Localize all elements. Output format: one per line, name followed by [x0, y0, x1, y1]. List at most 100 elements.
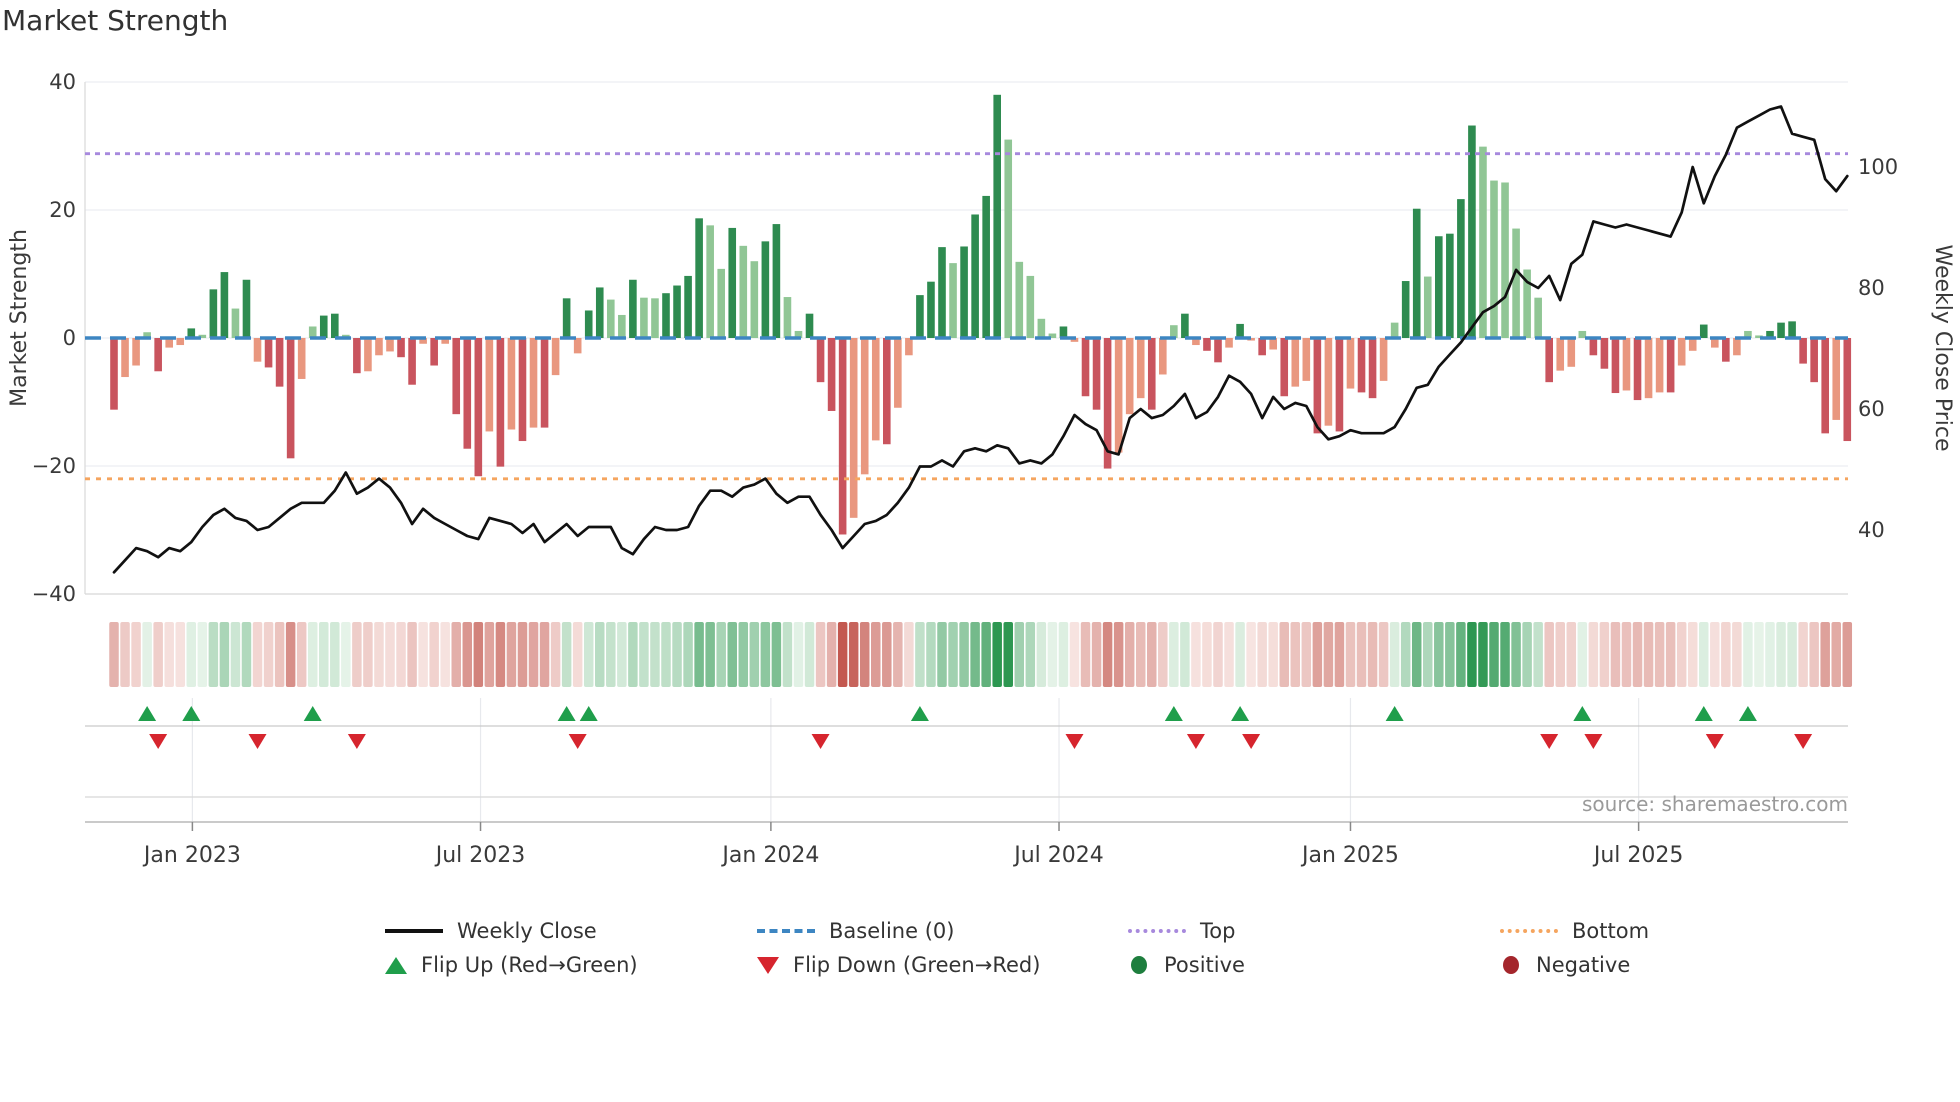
strength-bar: [518, 338, 527, 442]
heatmap-cell: [1312, 622, 1323, 687]
strength-bar: [1059, 326, 1068, 338]
strength-bar: [1026, 275, 1035, 338]
strength-bar: [132, 338, 140, 366]
heatmap-cell: [1378, 622, 1389, 687]
heatmap-cell: [1257, 622, 1267, 687]
flip-down-marker: [347, 734, 366, 749]
heatmap-cell: [429, 622, 439, 687]
heatmap-cell: [1842, 622, 1853, 687]
x-tick-label: Jul 2025: [1592, 843, 1684, 868]
strength-bar: [1534, 297, 1542, 338]
negative-circle-icon: [1503, 956, 1519, 974]
heatmap-cell: [506, 622, 517, 687]
legend-item-flip-down: Flip Down (Green→Red): [757, 950, 1040, 980]
strength-bar: [1788, 321, 1796, 338]
heatmap-cell: [1091, 622, 1102, 687]
heatmap-cell: [705, 622, 715, 687]
strength-bar: [1722, 338, 1730, 362]
strength-bar: [242, 279, 251, 338]
x-tick-label: Jan 2025: [1300, 843, 1399, 868]
strength-bar: [430, 338, 438, 366]
strength-bar: [629, 279, 637, 338]
heatmap-cell: [1555, 622, 1565, 687]
heatmap-cell: [385, 622, 395, 687]
x-tick-label: Jul 2023: [434, 843, 526, 868]
strength-bar: [1291, 338, 1300, 387]
strength-bar: [1412, 208, 1421, 338]
x-tick-label: Jan 2023: [142, 843, 241, 868]
strength-bar: [1125, 338, 1134, 415]
strength-bar: [1490, 180, 1498, 338]
heatmap-cell: [1699, 622, 1709, 687]
strength-bar: [1214, 338, 1222, 363]
heatmap-cell: [1467, 622, 1477, 687]
strength-bar: [728, 227, 737, 338]
heatmap-cell: [1765, 622, 1775, 687]
strength-bar: [353, 338, 361, 374]
legend-item-baseline: Baseline (0): [757, 916, 954, 946]
flip-down-marker: [811, 734, 830, 749]
strength-bar: [1589, 338, 1598, 356]
heatmap-cell: [528, 622, 539, 687]
strength-bar: [474, 338, 483, 477]
heatmap-cell: [1058, 622, 1069, 687]
strength-bar: [1512, 228, 1520, 338]
right-tick-label: 80: [1858, 276, 1885, 300]
heatmap-cell: [1610, 622, 1621, 687]
flip-up-marker: [138, 706, 157, 721]
heatmap-cell: [1621, 622, 1632, 687]
heatmap-cell: [904, 622, 914, 687]
strength-bar: [397, 338, 405, 358]
flip-up-marker: [579, 706, 598, 721]
heatmap-cell: [252, 622, 263, 687]
heatmap-cell: [1577, 622, 1588, 687]
strength-bar: [1600, 338, 1609, 369]
heatmap-cell: [517, 622, 528, 687]
strength-bar: [463, 338, 472, 449]
heatmap-cell: [672, 622, 682, 687]
flip-down-marker: [1065, 734, 1084, 749]
strength-bar: [275, 338, 284, 387]
heatmap-cell: [1654, 622, 1665, 687]
legend-label: Top: [1200, 919, 1236, 943]
heatmap-cell: [186, 622, 197, 687]
legend-label: Positive: [1164, 953, 1245, 977]
heatmap-cell: [804, 622, 815, 687]
heatmap-cell: [1014, 622, 1025, 687]
strength-bar: [286, 338, 295, 459]
strength-bar: [1435, 236, 1443, 338]
heatmap-cell: [1036, 622, 1047, 687]
strength-bar: [838, 338, 847, 535]
heatmap-cell: [296, 622, 307, 687]
legend-label: Baseline (0): [829, 919, 955, 943]
flip-up-marker: [557, 706, 576, 721]
heatmap-cell: [484, 622, 495, 687]
strength-bar: [1258, 338, 1266, 356]
strength-bar: [772, 224, 781, 338]
flip-down-marker: [568, 734, 587, 749]
strength-bar: [1136, 338, 1145, 399]
strength-bar: [220, 272, 229, 338]
heatmap-cell: [462, 622, 473, 687]
heatmap-cell: [241, 622, 252, 687]
strength-bar: [121, 338, 129, 378]
heatmap-cell: [1191, 622, 1201, 687]
strength-bar: [1688, 338, 1697, 351]
heatmap-cell: [1158, 622, 1168, 687]
heatmap-cell: [793, 622, 804, 687]
strength-bar: [1677, 338, 1686, 366]
heatmap-cell: [1124, 622, 1135, 687]
strength-bar: [1799, 338, 1807, 364]
heatmap-cell: [871, 622, 881, 687]
heatmap-cell: [164, 622, 174, 687]
flip-up-marker: [1694, 706, 1713, 721]
strength-bar: [551, 338, 560, 376]
heatmap-cell: [1290, 622, 1301, 687]
heatmap-cell: [572, 622, 583, 687]
heatmap-cell: [1533, 622, 1543, 687]
strength-bar: [1622, 338, 1631, 391]
strength-bar: [717, 268, 725, 338]
strength-bar: [496, 338, 505, 467]
strength-bar: [1147, 338, 1156, 410]
heatmap-cell: [1445, 622, 1455, 687]
